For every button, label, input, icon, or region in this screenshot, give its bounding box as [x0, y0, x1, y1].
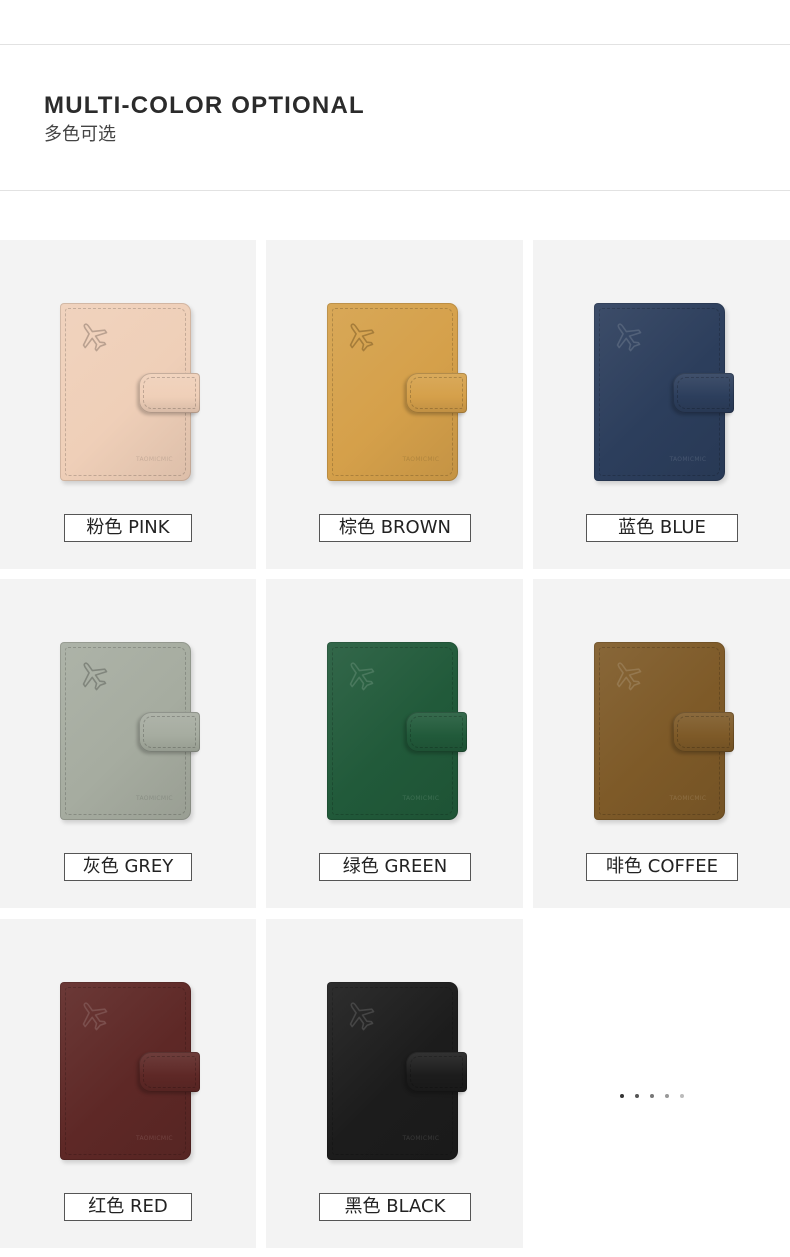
color-label: 棕色 BROWN — [319, 514, 471, 542]
pagination-dot — [665, 1094, 669, 1098]
color-label: 红色 RED — [64, 1193, 192, 1221]
airplane-icon — [610, 319, 644, 353]
airplane-icon — [610, 658, 644, 692]
bottom-divider — [0, 190, 790, 191]
color-label: 黑色 BLACK — [319, 1193, 471, 1221]
color-label: 灰色 GREY — [64, 853, 192, 881]
product-card-pink[interactable]: TAOMICMIC 粉色 PINK — [0, 240, 256, 569]
section-subtitle: 多色可选 — [44, 124, 116, 145]
product-card-grey[interactable]: TAOMICMIC 灰色 GREY — [0, 579, 256, 908]
color-label: 啡色 COFFEE — [586, 853, 738, 881]
product-card-brown[interactable]: TAOMICMIC 棕色 BROWN — [266, 240, 523, 569]
airplane-icon — [343, 658, 377, 692]
section-title: MULTI-COLOR OPTIONAL — [44, 92, 365, 119]
product-card-blue[interactable]: TAOMICMIC 蓝色 BLUE — [533, 240, 790, 569]
pagination-dot — [620, 1094, 624, 1098]
airplane-icon — [76, 319, 110, 353]
airplane-icon — [76, 658, 110, 692]
brand-logo: TAOMICMIC — [402, 1135, 440, 1142]
airplane-icon — [343, 319, 377, 353]
pagination-dot — [650, 1094, 654, 1098]
wallet-image-black: TAOMICMIC — [326, 982, 467, 1160]
brand-logo: TAOMICMIC — [136, 456, 173, 463]
wallet-image-coffee: TAOMICMIC — [593, 642, 734, 820]
airplane-icon — [343, 998, 377, 1032]
product-card-green[interactable]: TAOMICMIC 绿色 GREEN — [266, 579, 523, 908]
brand-logo: TAOMICMIC — [136, 1135, 173, 1142]
brand-logo: TAOMICMIC — [402, 456, 440, 463]
color-label: 蓝色 BLUE — [586, 514, 738, 542]
wallet-image-blue: TAOMICMIC — [593, 303, 734, 481]
wallet-image-brown: TAOMICMIC — [326, 303, 467, 481]
pagination-dots — [620, 1094, 684, 1098]
brand-logo: TAOMICMIC — [402, 795, 440, 802]
pagination-dot — [680, 1094, 684, 1098]
top-divider — [0, 44, 790, 45]
wallet-image-grey: TAOMICMIC — [60, 642, 200, 820]
color-label: 粉色 PINK — [64, 514, 192, 542]
product-card-coffee[interactable]: TAOMICMIC 啡色 COFFEE — [533, 579, 790, 908]
brand-logo: TAOMICMIC — [136, 795, 173, 802]
brand-logo: TAOMICMIC — [669, 456, 707, 463]
product-card-red[interactable]: TAOMICMIC 红色 RED — [0, 919, 256, 1248]
wallet-image-green: TAOMICMIC — [326, 642, 467, 820]
brand-logo: TAOMICMIC — [669, 795, 707, 802]
wallet-image-red: TAOMICMIC — [60, 982, 200, 1160]
product-card-black[interactable]: TAOMICMIC 黑色 BLACK — [266, 919, 523, 1248]
airplane-icon — [76, 998, 110, 1032]
wallet-image-pink: TAOMICMIC — [60, 303, 200, 481]
pagination-dot — [635, 1094, 639, 1098]
color-label: 绿色 GREEN — [319, 853, 471, 881]
